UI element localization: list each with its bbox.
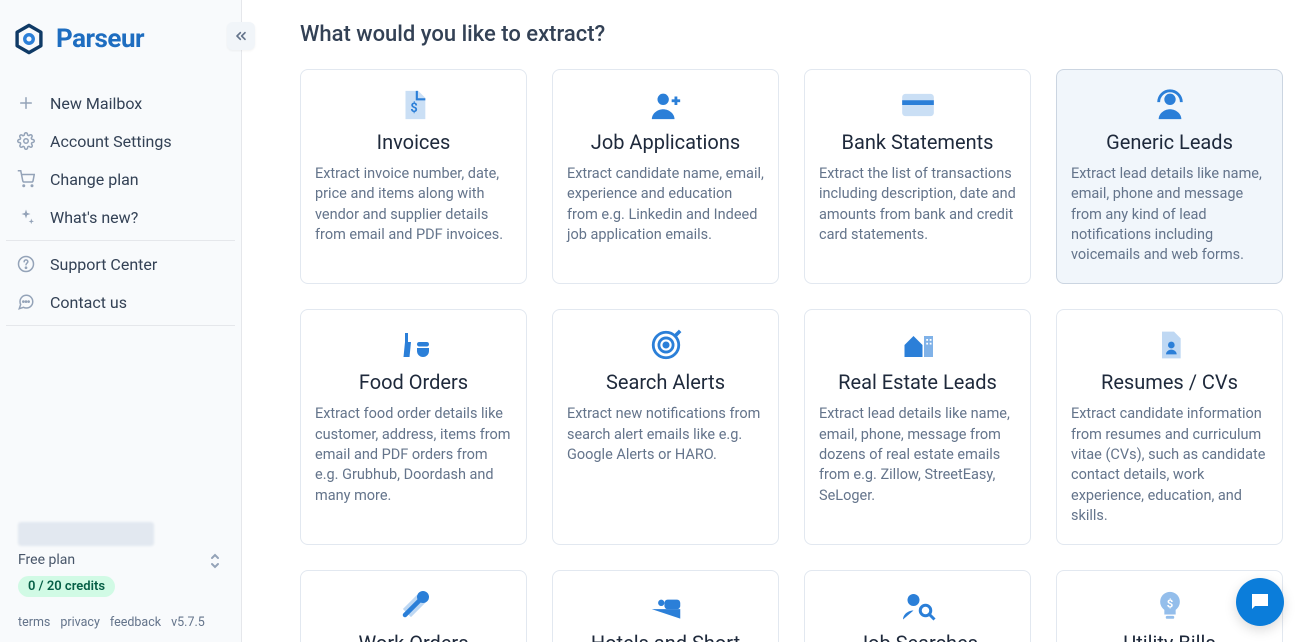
card-title: Work Orders <box>358 631 468 642</box>
tools-icon <box>395 587 433 625</box>
card-bank-statements[interactable]: Bank Statements Extract the list of tran… <box>804 69 1031 284</box>
card-title: Bank Statements <box>842 130 994 154</box>
card-desc: Extract lead details like name, email, p… <box>819 404 1016 505</box>
nav-divider <box>6 325 235 326</box>
sidebar: Parseur New Mailbox Account Settings Cha… <box>0 0 242 642</box>
house-icon <box>899 326 937 364</box>
card-title: Job Applications <box>591 130 740 154</box>
nav-label: Contact us <box>50 293 127 312</box>
cart-icon <box>16 169 36 189</box>
card-job-applications[interactable]: Job Applications Extract candidate name,… <box>552 69 779 284</box>
credit-card-icon <box>899 86 937 124</box>
card-title: Real Estate Leads <box>838 370 997 394</box>
sidebar-header: Parseur <box>0 0 241 66</box>
intercom-chat-button[interactable] <box>1236 578 1284 626</box>
extractor-cards-grid: $ Invoices Extract invoice number, date,… <box>300 69 1272 642</box>
nav-support-center[interactable]: Support Center <box>6 245 235 283</box>
logo-mark-icon <box>12 22 46 56</box>
card-food-orders[interactable]: Food Orders Extract food order details l… <box>300 309 527 545</box>
main-content: What would you like to extract? $ Invoic… <box>242 0 1300 642</box>
card-search-alerts[interactable]: Search Alerts Extract new notifications … <box>552 309 779 545</box>
page-title: What would you like to extract? <box>300 22 1272 47</box>
footer-feedback[interactable]: feedback <box>110 615 161 630</box>
sparkle-icon <box>16 207 36 227</box>
card-desc: Extract new notifications from search al… <box>567 404 764 465</box>
svg-text:$: $ <box>1166 597 1173 611</box>
nav-new-mailbox[interactable]: New Mailbox <box>6 84 235 122</box>
person-search-icon <box>899 587 937 625</box>
credits-badge: 0 / 20 credits <box>18 576 115 597</box>
nav-contact-us[interactable]: Contact us <box>6 283 235 321</box>
nav-divider <box>6 240 235 241</box>
footer-links: terms privacy feedback v5.7.5 <box>18 615 223 630</box>
logo[interactable]: Parseur <box>12 22 144 56</box>
bulb-dollar-icon: $ <box>1151 587 1189 625</box>
resume-icon <box>1151 326 1189 364</box>
nav-label: Change plan <box>50 170 139 189</box>
invoice-icon: $ <box>395 86 433 124</box>
nav-account-settings[interactable]: Account Settings <box>6 122 235 160</box>
card-title: Job Searches <box>857 631 978 642</box>
card-job-searches[interactable]: Job Searches <box>804 570 1031 642</box>
plus-icon <box>16 93 36 113</box>
card-title: Food Orders <box>359 370 468 394</box>
svg-text:$: $ <box>410 101 417 116</box>
footer-privacy[interactable]: privacy <box>60 615 100 630</box>
plan-label: Free plan <box>18 552 75 568</box>
card-hotels[interactable]: Hotels and Short <box>552 570 779 642</box>
nav-label: Support Center <box>50 255 157 274</box>
plan-blur-placeholder <box>18 522 154 546</box>
card-desc: Extract the list of transactions includi… <box>819 164 1016 245</box>
card-desc: Extract candidate name, email, experienc… <box>567 164 764 245</box>
footer-version: v5.7.5 <box>171 615 205 630</box>
footer-terms[interactable]: terms <box>18 615 50 630</box>
card-desc: Extract invoice number, date, price and … <box>315 164 512 245</box>
gear-icon <box>16 131 36 151</box>
card-title: Generic Leads <box>1106 130 1233 154</box>
card-resumes-cvs[interactable]: Resumes / CVs Extract candidate informat… <box>1056 309 1283 545</box>
card-title: Utility Bills <box>1123 631 1215 642</box>
card-title: Hotels and Short <box>591 631 740 642</box>
plan-selector[interactable]: Free plan <box>18 552 223 568</box>
sidebar-footer: Free plan 0 / 20 credits terms privacy f… <box>0 522 241 642</box>
sidebar-nav: New Mailbox Account Settings Change plan… <box>0 84 241 330</box>
nav-label: What's new? <box>50 208 138 227</box>
nav-whats-new[interactable]: What's new? <box>6 198 235 236</box>
bed-icon <box>647 587 685 625</box>
chat-bubble-icon <box>1248 590 1272 614</box>
target-icon <box>647 326 685 364</box>
question-icon <box>16 254 36 274</box>
card-real-estate-leads[interactable]: Real Estate Leads Extract lead details l… <box>804 309 1031 545</box>
card-work-orders[interactable]: Work Orders <box>300 570 527 642</box>
nav-change-plan[interactable]: Change plan <box>6 160 235 198</box>
chat-icon <box>16 292 36 312</box>
card-desc: Extract food order details like customer… <box>315 404 512 505</box>
card-title: Resumes / CVs <box>1101 370 1238 394</box>
card-title: Invoices <box>377 130 451 154</box>
card-desc: Extract lead details like name, email, p… <box>1071 164 1268 265</box>
card-invoices[interactable]: $ Invoices Extract invoice number, date,… <box>300 69 527 284</box>
card-title: Search Alerts <box>606 370 725 394</box>
brand-name: Parseur <box>56 24 144 54</box>
food-icon <box>395 326 433 364</box>
card-desc: Extract candidate information from resum… <box>1071 404 1268 526</box>
nav-label: New Mailbox <box>50 94 142 113</box>
person-plus-icon <box>647 86 685 124</box>
nav-label: Account Settings <box>50 132 172 151</box>
headset-icon <box>1151 86 1189 124</box>
card-generic-leads[interactable]: Generic Leads Extract lead details like … <box>1056 69 1283 284</box>
chevron-updown-icon <box>209 553 223 567</box>
